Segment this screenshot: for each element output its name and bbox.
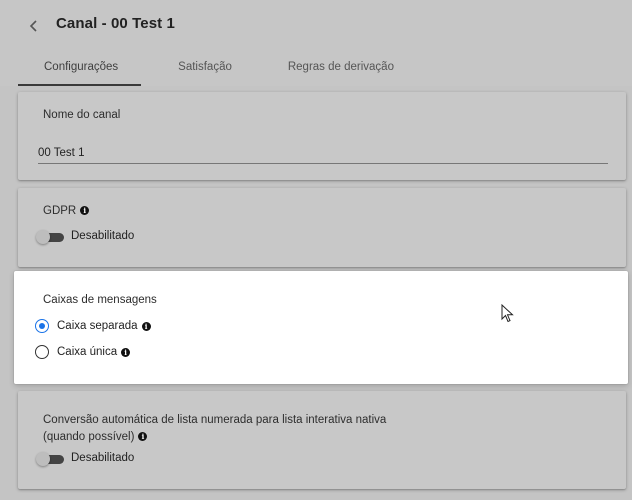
tab-bar: Configurações Satisfação Regras de deriv… — [18, 50, 420, 86]
toggle-thumb — [36, 452, 50, 466]
auto-conversion-toggle-label: Desabilitado — [71, 452, 135, 464]
back-button[interactable] — [22, 14, 46, 38]
radio-label: Caixa separada — [57, 320, 138, 332]
page-title: Canal - 00 Test 1 — [56, 15, 175, 32]
gdpr-card: GDPR i Desabilitado — [18, 188, 626, 267]
info-icon[interactable]: i — [121, 347, 131, 357]
channel-name-card: Nome do canal 00 Test 1 — [18, 92, 626, 180]
gdpr-toggle[interactable] — [36, 230, 64, 244]
chevron-left-icon — [29, 20, 37, 32]
tab-satisfacao[interactable]: Satisfação — [144, 50, 260, 84]
tab-configuracoes[interactable]: Configurações — [18, 50, 144, 86]
tab-label: Satisfação — [178, 61, 232, 73]
channel-name-input[interactable]: 00 Test 1 — [38, 147, 84, 159]
channel-name-label: Nome do canal — [43, 109, 121, 121]
mouse-pointer-icon — [501, 304, 514, 323]
gdpr-toggle-label: Desabilitado — [71, 230, 135, 242]
active-tab-indicator — [18, 84, 141, 86]
auto-conversion-card: Conversão automática de lista numerada p… — [18, 391, 626, 489]
info-icon[interactable]: i — [138, 432, 148, 441]
auto-conversion-toggle[interactable] — [36, 452, 64, 466]
auto-conversion-label-line2: (quando possível) — [43, 431, 135, 443]
gdpr-label-row: GDPR i — [43, 205, 90, 217]
channel-settings-page: Canal - 00 Test 1 Configurações Satisfaç… — [0, 0, 632, 500]
gdpr-label: GDPR — [43, 205, 77, 217]
tab-regras-de-derivacao[interactable]: Regras de derivação — [260, 50, 420, 84]
auto-conversion-label-line2-row: (quando possível) i — [43, 429, 386, 446]
radio-caixa-separada[interactable]: Caixa separada i — [35, 319, 151, 333]
channel-name-underline — [38, 163, 608, 164]
message-boxes-card: Caixas de mensagens Caixa separada i Caix… — [14, 271, 628, 384]
toggle-thumb — [36, 230, 50, 244]
radio-label: Caixa única — [57, 346, 118, 358]
auto-conversion-label-line1: Conversão automática de lista numerada p… — [43, 414, 387, 426]
auto-conversion-label: Conversão automática de lista numerada p… — [43, 412, 386, 446]
page-header: Canal - 00 Test 1 Configurações Satisfaç… — [0, 0, 632, 86]
tab-label: Configurações — [44, 61, 119, 73]
tab-label: Regras de derivação — [287, 61, 394, 73]
info-icon[interactable]: i — [80, 206, 90, 215]
info-icon[interactable]: i — [141, 321, 151, 331]
message-boxes-label: Caixas de mensagens — [43, 294, 157, 306]
radio-button[interactable] — [35, 345, 49, 359]
radio-button[interactable] — [35, 319, 49, 333]
radio-caixa-unica[interactable]: Caixa única i — [35, 345, 131, 359]
